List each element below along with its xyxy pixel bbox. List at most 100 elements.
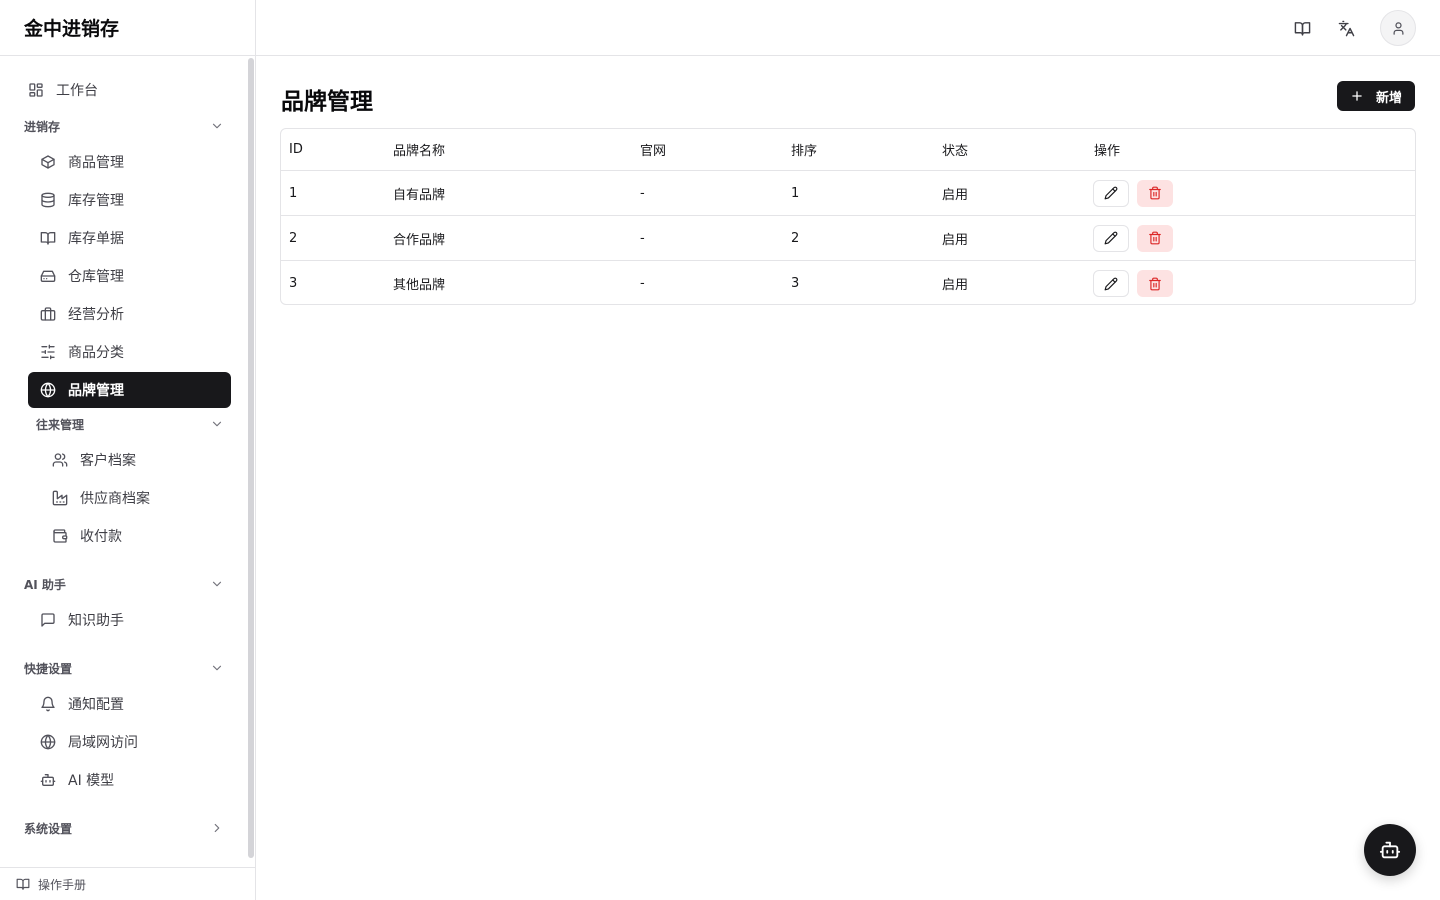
sidebar-item-notifications[interactable]: 通知配置 <box>40 686 231 722</box>
pencil-icon <box>1104 231 1118 245</box>
add-brand-button[interactable]: 新增 <box>1337 81 1415 111</box>
cell-actions <box>1093 216 1173 260</box>
sidebar-item-label: 知识助手 <box>68 613 124 629</box>
sidebar-item-customers[interactable]: 客户档案 <box>52 442 231 478</box>
sidebar-scrollbar[interactable] <box>248 58 254 858</box>
edit-button[interactable] <box>1093 224 1129 252</box>
sidebar-item-label: 库存单据 <box>68 231 124 247</box>
ai-assistant-fab[interactable] <box>1364 824 1416 876</box>
cell-id: 3 <box>289 276 298 291</box>
sidebar-item-label: 库存管理 <box>68 193 124 209</box>
top-bar <box>256 0 1440 56</box>
delete-button[interactable] <box>1137 179 1173 207</box>
sidebar-item-stock[interactable]: 库存管理 <box>40 182 231 218</box>
bot-icon <box>1379 839 1401 861</box>
docs-button[interactable] <box>1284 10 1320 46</box>
delete-button[interactable] <box>1137 270 1173 297</box>
user-icon <box>1391 21 1406 36</box>
sidebar-item-label: 商品分类 <box>68 345 124 361</box>
chevron-down-icon <box>210 577 224 591</box>
sidebar-item-label: 通知配置 <box>68 697 124 713</box>
sidebar-item-suppliers[interactable]: 供应商档案 <box>52 480 231 516</box>
sidebar-item-label: 客户档案 <box>80 453 136 469</box>
app-title: 金中进销存 <box>0 0 255 56</box>
layout-grid-icon <box>28 82 44 98</box>
cell-website: - <box>640 230 645 246</box>
pencil-icon <box>1104 186 1118 200</box>
delete-button[interactable] <box>1137 224 1173 252</box>
app-root: 金中进销存 工作台 进销存 商品管理 库存管理 库存单据 仓库管理 经营分析 商… <box>0 0 1440 900</box>
package-icon <box>40 154 56 170</box>
column-header-sort: 排序 <box>791 144 818 159</box>
page-title: 品牌管理 <box>281 89 373 115</box>
table-row: 3 其他品牌 - 3 启用 <box>281 261 1415 304</box>
cell-id: 2 <box>289 230 298 246</box>
cell-sort: 3 <box>791 276 800 291</box>
cell-status: 启用 <box>942 278 969 293</box>
chevron-right-icon <box>210 821 224 835</box>
users-icon <box>52 452 68 468</box>
sidebar-item-workbench[interactable]: 工作台 <box>28 72 231 108</box>
book-open-icon <box>16 877 30 891</box>
sidebar-item-stock-documents[interactable]: 库存单据 <box>40 220 231 256</box>
cell-status: 启用 <box>942 232 969 248</box>
sidebar-group-quick-settings[interactable]: 快捷设置 <box>24 656 224 680</box>
briefcase-icon <box>40 306 56 322</box>
globe-icon <box>40 734 56 750</box>
sidebar-item-ai-model[interactable]: AI 模型 <box>40 762 231 798</box>
column-header-id: ID <box>289 142 303 157</box>
manual-link[interactable]: 操作手册 <box>0 867 255 900</box>
sidebar-item-label: 商品管理 <box>68 155 124 171</box>
cell-website: - <box>640 185 645 201</box>
languages-icon <box>1338 20 1355 37</box>
book-open-icon <box>40 230 56 246</box>
cell-website: - <box>640 276 645 291</box>
globe-icon <box>40 382 56 398</box>
language-button[interactable] <box>1328 10 1364 46</box>
edit-button[interactable] <box>1093 270 1129 297</box>
column-header-website: 官网 <box>640 144 667 159</box>
sidebar-item-analysis[interactable]: 经营分析 <box>40 296 231 332</box>
sliders-icon <box>40 344 56 360</box>
sidebar-item-payments[interactable]: 收付款 <box>52 518 231 554</box>
trash-icon <box>1148 277 1162 291</box>
sidebar-item-label: AI 模型 <box>68 773 115 789</box>
sidebar: 金中进销存 工作台 进销存 商品管理 库存管理 库存单据 仓库管理 经营分析 商… <box>0 0 256 900</box>
cell-sort: 2 <box>791 230 800 246</box>
sidebar-item-lan-access[interactable]: 局域网访问 <box>40 724 231 760</box>
edit-button[interactable] <box>1093 179 1129 207</box>
wallet-icon <box>52 528 68 544</box>
column-header-name: 品牌名称 <box>393 144 446 159</box>
sidebar-item-warehouses[interactable]: 仓库管理 <box>40 258 231 294</box>
chevron-down-icon <box>210 417 224 431</box>
plus-icon <box>1350 89 1376 103</box>
book-open-icon <box>1294 20 1311 37</box>
message-square-icon <box>40 612 56 628</box>
cell-name: 其他品牌 <box>393 278 446 293</box>
trash-icon <box>1148 186 1162 200</box>
user-avatar-button[interactable] <box>1380 10 1416 46</box>
cell-status: 启用 <box>942 187 969 203</box>
sidebar-group-label: 进销存 <box>24 119 61 134</box>
sidebar-item-label: 品牌管理 <box>68 383 124 399</box>
sidebar-group-ai-assistant[interactable]: AI 助手 <box>24 572 224 596</box>
sidebar-item-products[interactable]: 商品管理 <box>40 144 231 180</box>
sidebar-item-brands[interactable]: 品牌管理 <box>28 372 231 408</box>
sidebar-group-label: AI 助手 <box>24 577 66 592</box>
sidebar-group-inventory[interactable]: 进销存 <box>24 114 224 138</box>
sidebar-group-partners[interactable]: 往来管理 <box>36 412 224 436</box>
cell-sort: 1 <box>791 185 800 201</box>
sidebar-group-label: 系统设置 <box>24 821 73 836</box>
table-row: 2 合作品牌 - 2 启用 <box>281 216 1415 261</box>
sidebar-item-label: 收付款 <box>80 529 122 545</box>
cell-name: 自有品牌 <box>393 187 446 203</box>
manual-link-label: 操作手册 <box>38 877 87 892</box>
sidebar-group-system-settings[interactable]: 系统设置 <box>24 816 224 840</box>
table-header-row: ID 品牌名称 官网 排序 状态 操作 <box>281 129 1415 171</box>
column-header-status: 状态 <box>942 144 969 159</box>
bot-icon <box>40 772 56 788</box>
sidebar-item-knowledge-assistant[interactable]: 知识助手 <box>40 602 231 638</box>
sidebar-item-label: 仓库管理 <box>68 269 124 285</box>
sidebar-item-categories[interactable]: 商品分类 <box>40 334 231 370</box>
cell-id: 1 <box>289 185 298 201</box>
